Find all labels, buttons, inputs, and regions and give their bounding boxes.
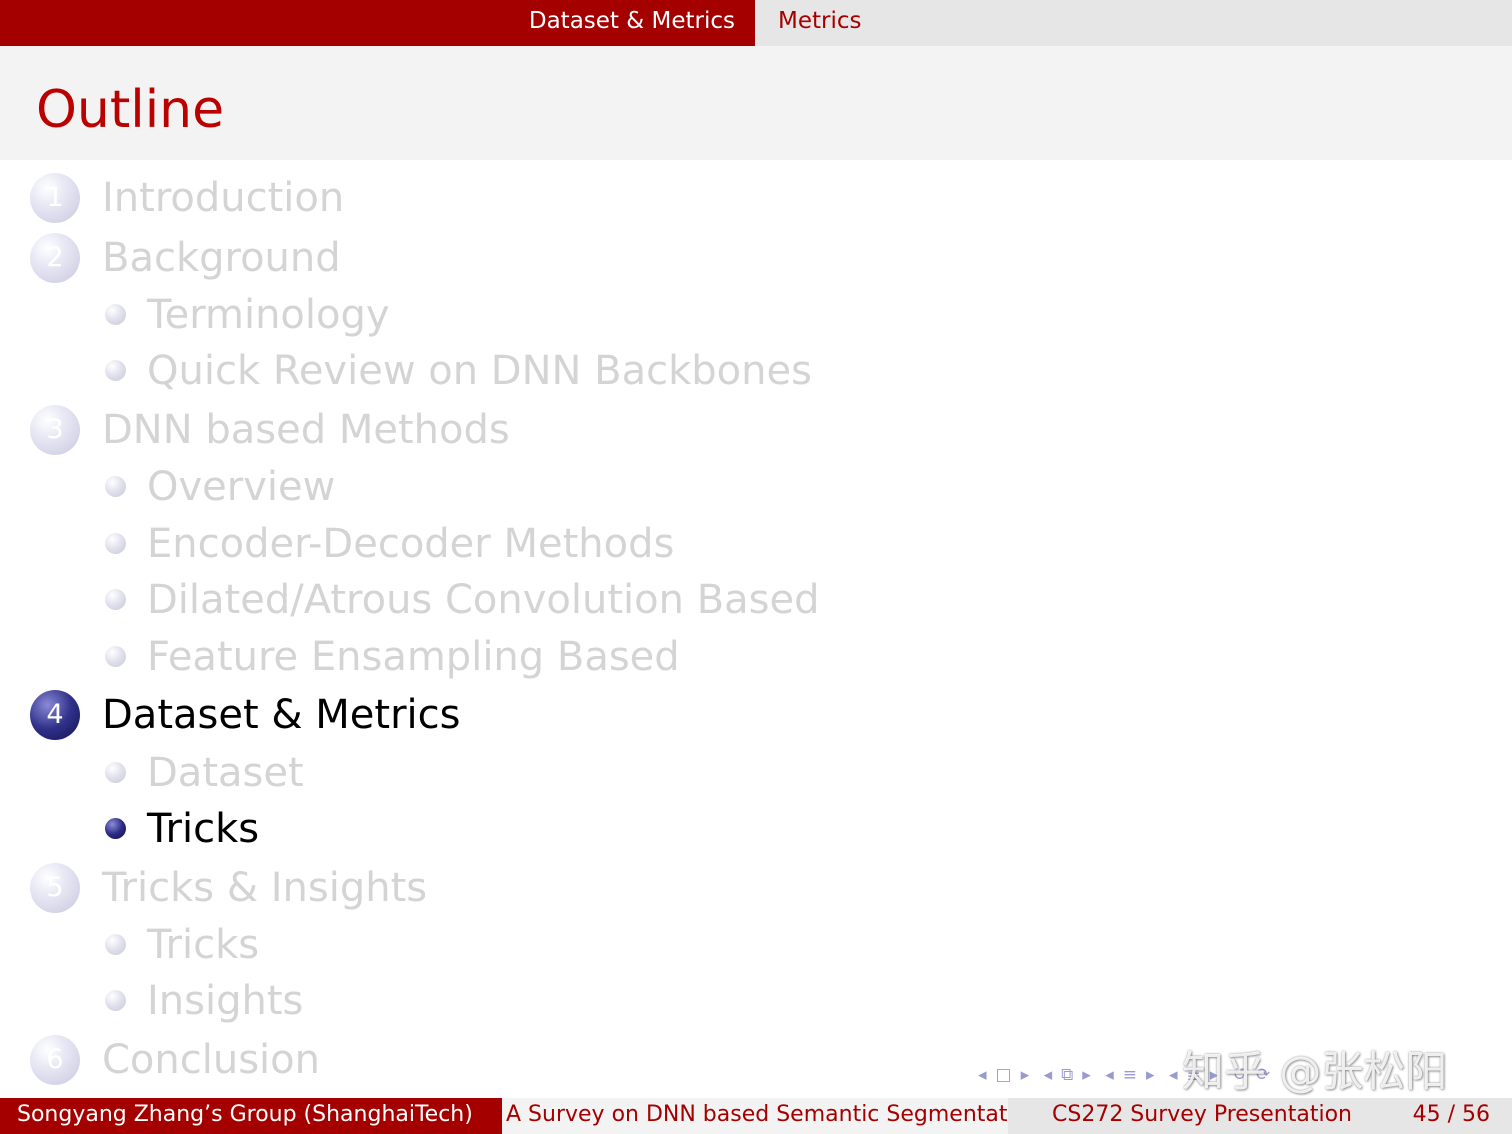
bullet-icon [105, 990, 126, 1011]
bullet-icon [105, 934, 126, 955]
footer-author: Songyang Zhang’s Group (ShanghaiTech) [0, 1098, 502, 1134]
watermark-text: 知乎 @张松阳 [1182, 1047, 1448, 1096]
toc-subsection-terminology[interactable]: Terminology [147, 290, 390, 340]
footer-title: A Survey on DNN based Semantic Segmentat [502, 1098, 1008, 1134]
frame-title: Outline [36, 80, 225, 140]
bullet-icon [105, 589, 126, 610]
toc-subsection-tricks[interactable]: Tricks [147, 920, 259, 970]
frame-title-bar: Outline [0, 46, 1512, 160]
header-section-area: Dataset & Metrics [0, 0, 755, 46]
bullet-icon [105, 304, 126, 325]
nav-left-arrow-icon[interactable]: ◂ [1169, 1062, 1178, 1088]
bullet-icon-active [105, 818, 126, 839]
frame-icon[interactable]: □ [996, 1062, 1012, 1088]
bullet-icon [105, 476, 126, 497]
toc-subsection-insights[interactable]: Insights [147, 976, 303, 1026]
toc-subsection-dilated[interactable]: Dilated/Atrous Convolution Based [147, 575, 819, 625]
toc-subsection-feature[interactable]: Feature Ensampling Based [147, 632, 680, 682]
nav-right-arrow-icon[interactable]: ▸ [1146, 1062, 1155, 1088]
toc-subsection-overview[interactable]: Overview [147, 462, 335, 512]
section-number-ball: 5 [30, 863, 80, 913]
nav-left-arrow-icon[interactable]: ◂ [1105, 1062, 1114, 1088]
footer-page-number: 45 / 56 [1412, 1102, 1490, 1127]
section-number-ball: 1 [30, 173, 80, 223]
toc-section-tricks-insights[interactable]: Tricks & Insights [102, 863, 427, 913]
nav-right-arrow-icon[interactable]: ▸ [1082, 1062, 1091, 1088]
toc-section-background[interactable]: Background [102, 233, 341, 283]
toc-subsection-dataset[interactable]: Dataset [147, 748, 304, 798]
section-icon[interactable]: ≡ [1123, 1062, 1137, 1088]
section-number-ball: 6 [30, 1035, 80, 1085]
nav-left-arrow-icon[interactable]: ◂ [1044, 1062, 1053, 1088]
nav-left-arrow-icon[interactable]: ◂ [978, 1062, 987, 1088]
subsection-icon[interactable]: ⧉ [1061, 1062, 1073, 1088]
footer-subtitle: CS272 Survey Presentation [1052, 1102, 1352, 1127]
section-number-ball-active: 4 [30, 690, 80, 740]
header-subsection-link[interactable]: Metrics [778, 0, 862, 42]
toc-subsection-encoder-decoder[interactable]: Encoder-Decoder Methods [147, 519, 674, 569]
toc-section-conclusion[interactable]: Conclusion [102, 1035, 320, 1085]
section-number-ball: 3 [30, 405, 80, 455]
header-bar: Dataset & Metrics Metrics [0, 0, 1512, 46]
toc-section-dataset-metrics[interactable]: Dataset & Metrics [102, 690, 460, 740]
bullet-icon [105, 533, 126, 554]
toc-subsection-tricks-active[interactable]: Tricks [147, 804, 259, 854]
footer-bar: Songyang Zhang’s Group (ShanghaiTech) A … [0, 1098, 1512, 1134]
header-section-link[interactable]: Dataset & Metrics [529, 0, 735, 42]
nav-right-arrow-icon[interactable]: ▸ [1021, 1062, 1030, 1088]
bullet-icon [105, 646, 126, 667]
bullet-icon [105, 762, 126, 783]
toc-subsection-quick-review[interactable]: Quick Review on DNN Backbones [147, 346, 812, 396]
bullet-icon [105, 360, 126, 381]
toc-section-dnn-methods[interactable]: DNN based Methods [102, 405, 510, 455]
section-number-ball: 2 [30, 233, 80, 283]
toc-section-introduction[interactable]: Introduction [102, 173, 344, 223]
